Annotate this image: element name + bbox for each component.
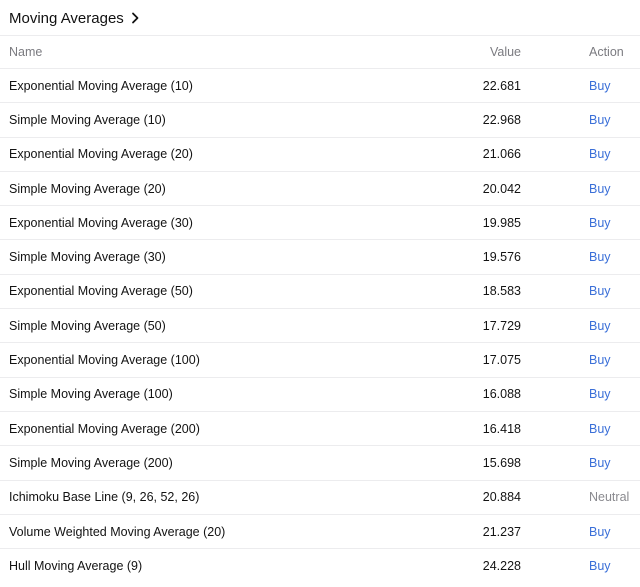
action-buy-link[interactable]: Buy bbox=[589, 216, 611, 230]
action-buy-link[interactable]: Buy bbox=[589, 147, 611, 161]
indicator-name: Volume Weighted Moving Average (20) bbox=[9, 524, 226, 539]
table-row: Simple Moving Average (100) 16.088 Buy bbox=[0, 378, 640, 412]
indicator-value: 22.968 bbox=[482, 112, 521, 127]
action-buy-link[interactable]: Buy bbox=[589, 250, 611, 264]
table-row: Simple Moving Average (30) 19.576 Buy bbox=[0, 240, 640, 275]
indicator-value: 20.042 bbox=[482, 181, 521, 196]
indicator-value: 21.066 bbox=[482, 147, 521, 162]
action-buy-link[interactable]: Buy bbox=[589, 559, 611, 573]
action-buy-link[interactable]: Buy bbox=[589, 422, 611, 436]
section-title: Moving Averages bbox=[9, 9, 124, 27]
indicator-value: 20.884 bbox=[482, 490, 521, 505]
table-row: Exponential Moving Average (50) 18.583 Buy bbox=[0, 275, 640, 310]
indicator-name: Hull Moving Average (9) bbox=[9, 559, 143, 574]
indicator-value: 16.418 bbox=[482, 421, 521, 436]
table-row: Volume Weighted Moving Average (20) 21.23… bbox=[0, 515, 640, 550]
moving-averages-header-link[interactable]: Moving Averages bbox=[9, 5, 140, 31]
indicator-value: 19.576 bbox=[482, 250, 521, 265]
indicator-name: Simple Moving Average (30) bbox=[9, 250, 166, 265]
indicator-value: 22.681 bbox=[482, 78, 521, 93]
action-buy-link[interactable]: Buy bbox=[589, 353, 611, 367]
table-row: Exponential Moving Average (10) 22.681 Buy bbox=[0, 69, 640, 104]
table-row: Exponential Moving Average (100) 17.075 Bu… bbox=[0, 343, 640, 378]
indicator-name: Simple Moving Average (100) bbox=[9, 387, 173, 402]
indicator-name: Simple Moving Average (200) bbox=[9, 455, 173, 470]
action-buy-link[interactable]: Buy bbox=[589, 525, 611, 539]
indicator-value: 18.583 bbox=[482, 284, 521, 299]
column-header-value: Value bbox=[489, 45, 521, 59]
table-body: Exponential Moving Average (10) 22.681 Buy… bbox=[0, 69, 640, 583]
indicator-value: 15.698 bbox=[482, 455, 521, 470]
action-buy-link[interactable]: Buy bbox=[589, 319, 611, 333]
indicator-value: 19.985 bbox=[482, 215, 521, 230]
action-buy-link[interactable]: Buy bbox=[589, 284, 611, 298]
action-buy-link[interactable]: Buy bbox=[589, 79, 611, 93]
indicator-value: 21.237 bbox=[482, 524, 521, 539]
indicator-value: 17.075 bbox=[482, 353, 521, 368]
action-buy-link[interactable]: Buy bbox=[589, 456, 611, 470]
indicator-value: 16.088 bbox=[482, 387, 521, 402]
table-row: Simple Moving Average (200) 15.698 Buy bbox=[0, 446, 640, 481]
indicator-name: Exponential Moving Average (200) bbox=[9, 421, 200, 436]
table-header-row: Name Value Action bbox=[0, 35, 640, 69]
table-row: Exponential Moving Average (20) 21.066 Buy bbox=[0, 138, 640, 172]
table-row: Exponential Moving Average (30) 19.985 Buy bbox=[0, 206, 640, 241]
indicator-name: Exponential Moving Average (10) bbox=[9, 78, 193, 93]
action-buy-link[interactable]: Buy bbox=[589, 387, 611, 401]
indicator-name: Ichimoku Base Line (9, 26, 52, 26) bbox=[9, 490, 200, 505]
indicator-value: 17.729 bbox=[482, 318, 521, 333]
action-buy-link[interactable]: Buy bbox=[589, 113, 611, 127]
table-row: Simple Moving Average (10) 22.968 Buy bbox=[0, 103, 640, 138]
indicator-name: Simple Moving Average (20) bbox=[9, 181, 166, 196]
chevron-right-icon bbox=[131, 12, 139, 24]
column-header-action: Action bbox=[589, 45, 624, 59]
indicator-name: Simple Moving Average (10) bbox=[9, 112, 166, 127]
table-row: Exponential Moving Average (200) 16.418 Bu… bbox=[0, 412, 640, 447]
indicator-name: Simple Moving Average (50) bbox=[9, 318, 166, 333]
column-header-name: Name bbox=[9, 45, 43, 59]
indicator-name: Exponential Moving Average (50) bbox=[9, 284, 193, 299]
table-row: Ichimoku Base Line (9, 26, 52, 26) 20.884… bbox=[0, 481, 640, 515]
table-row: Hull Moving Average (9) 24.228 Buy bbox=[0, 549, 640, 583]
indicator-name: Exponential Moving Average (20) bbox=[9, 147, 193, 162]
table-row: Simple Moving Average (20) 20.042 Buy bbox=[0, 172, 640, 207]
moving-averages-table: Name Value Action Exponential Moving Ave… bbox=[0, 35, 640, 583]
indicator-value: 24.228 bbox=[482, 559, 521, 574]
action-neutral-label: Neutral bbox=[589, 490, 630, 505]
table-row: Simple Moving Average (50) 17.729 Buy bbox=[0, 309, 640, 344]
indicator-name: Exponential Moving Average (100) bbox=[9, 353, 200, 368]
indicator-name: Exponential Moving Average (30) bbox=[9, 215, 193, 230]
action-buy-link[interactable]: Buy bbox=[589, 182, 611, 196]
